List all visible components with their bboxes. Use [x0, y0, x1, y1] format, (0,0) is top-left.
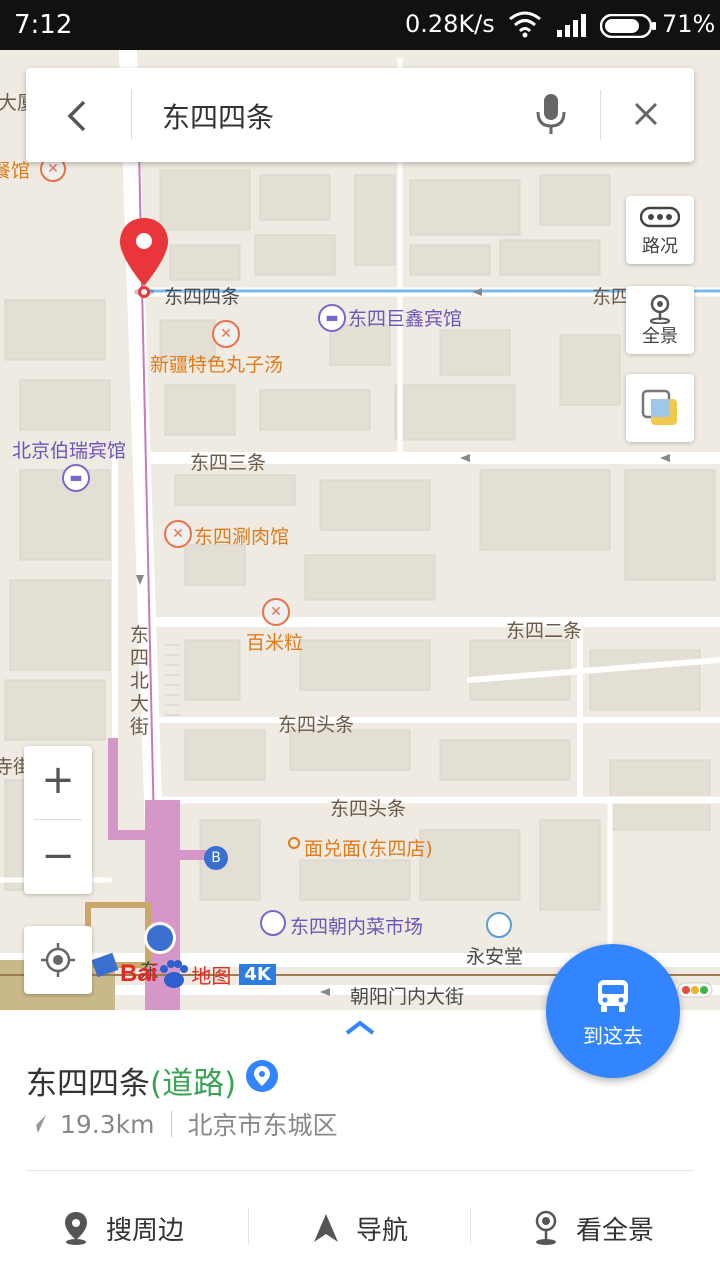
layers-icon: [641, 389, 677, 425]
map-label-dongsi-hotel[interactable]: 东四巨鑫宾馆: [348, 304, 462, 331]
place-district: 北京市东城区: [187, 1111, 338, 1140]
baidu-paw-icon: [160, 960, 189, 988]
panorama-label: 全景: [642, 326, 678, 347]
battery-icon: [600, 14, 656, 38]
crosshair-icon: [41, 943, 75, 977]
restaurant-icon[interactable]: ✕: [262, 598, 290, 626]
map-label-miandui[interactable]: 面兑面(东四店): [304, 834, 433, 861]
search-bar[interactable]: 东四四条: [26, 68, 694, 162]
network-speed: 0.28K/s: [405, 10, 495, 38]
metro-station-icon[interactable]: [144, 922, 176, 954]
place-type: (道路): [150, 1066, 237, 1102]
map-label-shuanrou[interactable]: 东四涮肉馆: [194, 522, 289, 549]
map-label-dongsi-santiao: 东四三条: [190, 452, 267, 474]
zoom-controls: + −: [24, 746, 92, 894]
traffic-label: 路况: [642, 236, 678, 257]
zoom-out-button[interactable]: −: [24, 822, 92, 894]
battery-percent: 71%: [662, 10, 716, 38]
search-nearby-button[interactable]: 搜周边: [62, 1206, 184, 1250]
map-label-beijing-hotel[interactable]: 北京伯瑞宾馆: [12, 436, 126, 463]
layers-button[interactable]: [626, 374, 694, 442]
zoom-in-button[interactable]: +: [24, 746, 92, 818]
search-nearby-label: 搜周边: [106, 1215, 185, 1246]
metro-exit-b-icon[interactable]: B: [204, 846, 228, 870]
baidu-logo-text: Bai: [120, 960, 158, 987]
navigate-label: 导航: [356, 1215, 409, 1246]
baidu-map-logo: Bai 地图 4K: [120, 958, 276, 990]
go-here-label: 到这去: [583, 1024, 643, 1048]
map-view[interactable]: 大厦 餐馆 ✕ 东四四条 东四四条 ▬ 东四巨鑫宾馆 ✕ 新疆特色丸子汤 北京伯…: [0, 50, 720, 1010]
search-divider: [600, 90, 601, 140]
microphone-icon[interactable]: [534, 92, 568, 138]
map-label-canguan: 餐馆: [0, 160, 31, 182]
search-query-text[interactable]: 东四四条: [162, 96, 274, 136]
shopping-bag-icon[interactable]: [260, 910, 286, 936]
hotel-icon[interactable]: ▬: [318, 304, 346, 332]
wifi-icon: [509, 11, 541, 38]
map-label-dongsi-beidajie: 东四北大街: [130, 624, 150, 738]
action-divider: [248, 1208, 249, 1244]
map-label-dongsi-ertiao: 东四二条: [506, 620, 583, 642]
view-panorama-button[interactable]: 看全景: [534, 1206, 654, 1250]
map-label-xinjiang[interactable]: 新疆特色丸子汤: [150, 350, 283, 377]
navigate-button[interactable]: 导航: [312, 1206, 408, 1250]
close-icon[interactable]: [626, 94, 666, 134]
sheet-divider: [26, 1170, 694, 1171]
map-label-caishichang[interactable]: 东四朝内菜市场: [290, 912, 423, 939]
map-base: [0, 50, 720, 1010]
4k-badge: 4K: [239, 963, 276, 985]
location-badge-icon: [246, 1060, 278, 1092]
direction-arrow-icon: [28, 1115, 46, 1133]
map-label-dongsi-toutiao-2: 东四头条: [330, 798, 407, 820]
bus-icon: [598, 980, 628, 1012]
map-label-yonganting[interactable]: 永安堂: [466, 942, 523, 969]
traffic-button[interactable]: 路况: [626, 196, 694, 264]
place-meta: 19.3km 北京市东城区: [26, 1106, 338, 1142]
place-distance: 19.3km: [60, 1109, 155, 1139]
zoom-divider: [34, 819, 82, 820]
pin-dot: [138, 286, 150, 298]
go-here-button[interactable]: 到这去: [546, 944, 680, 1078]
restaurant-icon[interactable]: ✕: [164, 520, 192, 548]
map-label-pin: 东四四条: [164, 286, 241, 308]
search-divider: [131, 90, 132, 140]
map-label-baimili[interactable]: 百米粒: [246, 628, 303, 655]
nearby-pin-icon: [65, 1212, 87, 1245]
poi-dot-icon: [288, 837, 300, 849]
map-label-chaoyangmen: 朝阳门内大街: [350, 986, 465, 1008]
view-panorama-label: 看全景: [576, 1215, 655, 1246]
traffic-icon: [640, 206, 680, 228]
restaurant-icon[interactable]: ✕: [212, 320, 240, 348]
my-location-button[interactable]: [24, 926, 92, 994]
navigation-arrow-icon: [314, 1214, 338, 1242]
action-divider: [470, 1208, 471, 1244]
chevron-up-icon[interactable]: [344, 1018, 376, 1036]
back-arrow-icon[interactable]: [56, 94, 100, 138]
meta-divider: [170, 1111, 172, 1137]
panorama-icon: [535, 1210, 557, 1245]
baidu-logo-map-text: 地图: [191, 963, 232, 988]
panorama-pin-icon: [650, 294, 670, 324]
place-name: 东四四条: [26, 1066, 150, 1102]
pharmacy-icon[interactable]: [486, 912, 512, 938]
hotel-icon[interactable]: ▬: [62, 464, 90, 492]
map-label-dongsi-toutiao-1: 东四头条: [278, 714, 355, 736]
place-title: 东四四条(道路): [26, 1058, 236, 1103]
status-time: 7:12: [14, 10, 73, 40]
panorama-button[interactable]: 全景: [626, 286, 694, 354]
signal-icon: [557, 14, 586, 37]
status-bar: 7:12 0.28K/s 71%: [0, 0, 720, 50]
